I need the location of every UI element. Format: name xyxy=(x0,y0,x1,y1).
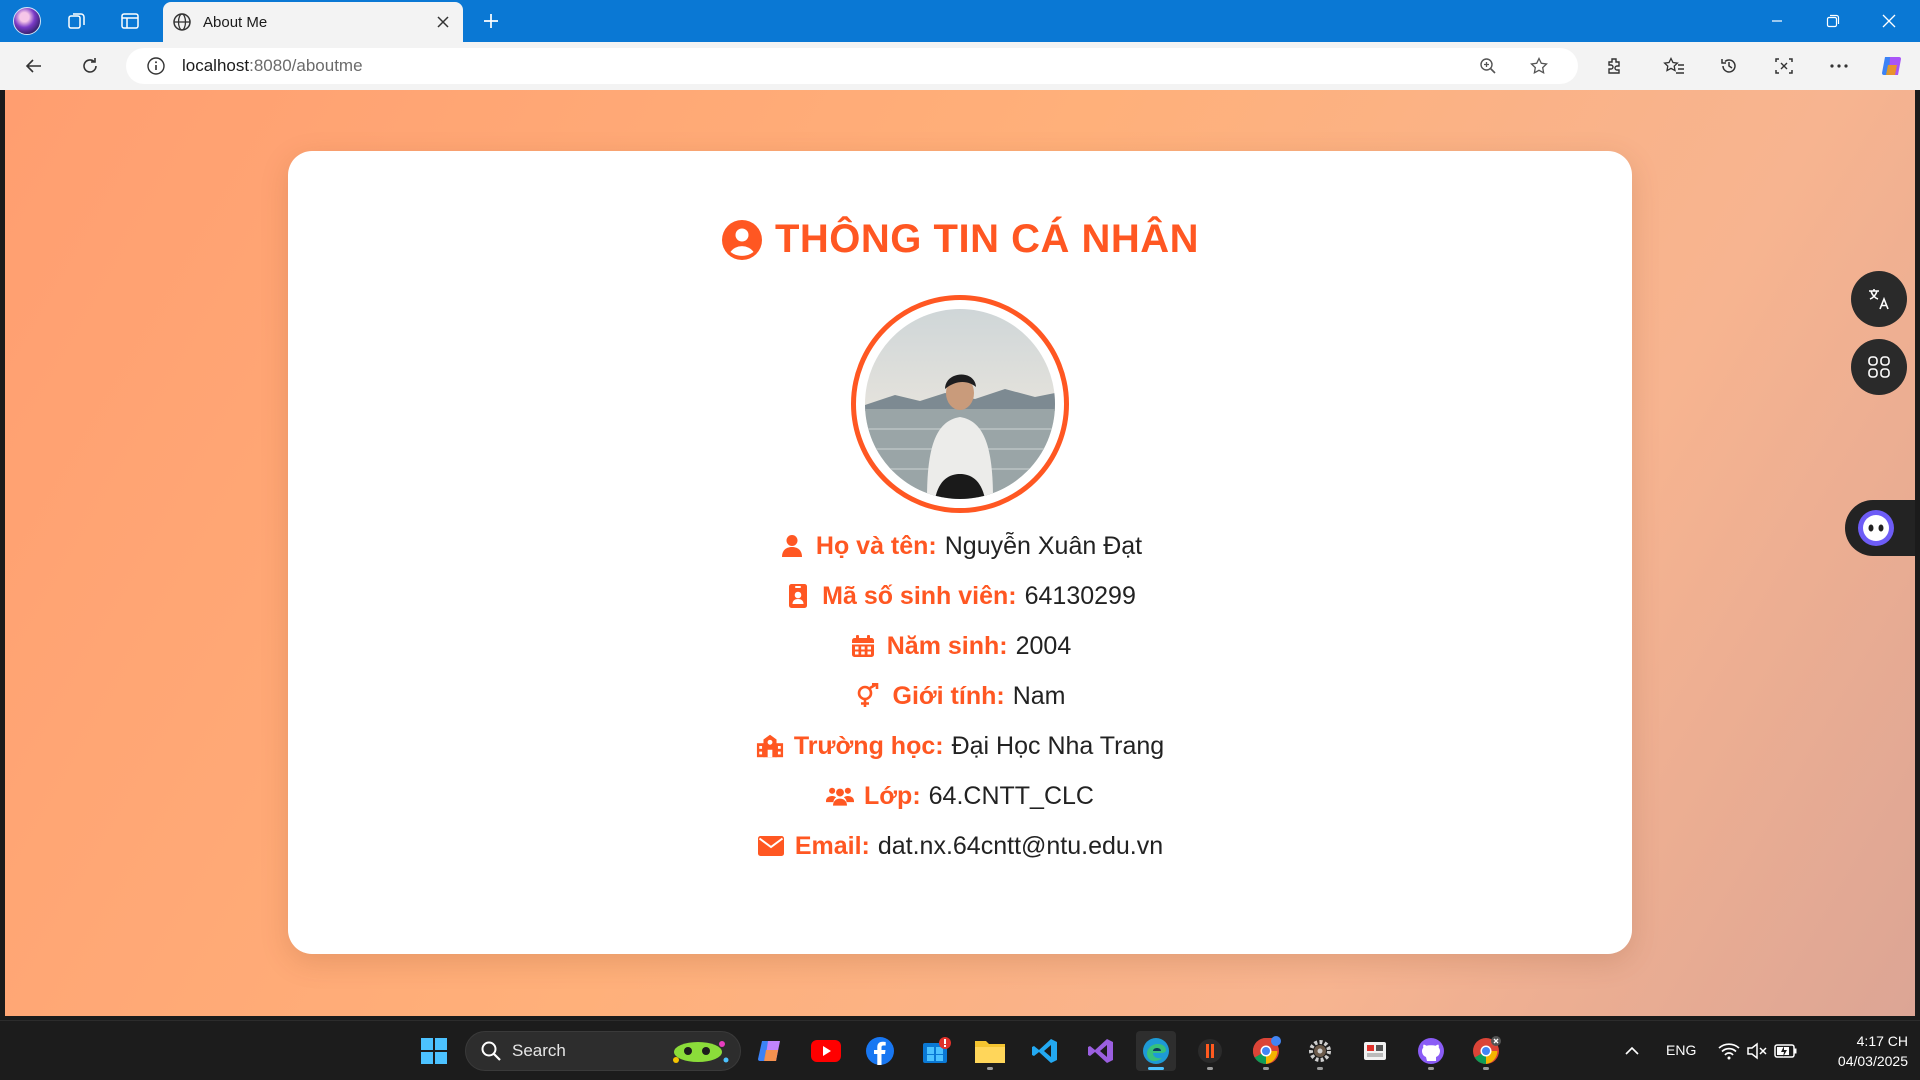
chrome-profile-1-icon[interactable] xyxy=(1246,1031,1286,1071)
user-icon xyxy=(778,532,806,560)
tab-about-me[interactable]: About Me xyxy=(163,2,463,42)
site-info-icon[interactable] xyxy=(140,50,172,82)
assistant-button[interactable] xyxy=(1845,500,1915,556)
globe-icon xyxy=(171,11,193,33)
gender-icon xyxy=(855,682,883,710)
workspaces-icon[interactable] xyxy=(61,5,93,37)
taskbar-clock[interactable]: 4:17 CH 04/03/2025 xyxy=(1808,1031,1908,1071)
snipping-tool-icon[interactable] xyxy=(1355,1031,1395,1071)
field-value: 64.CNTT_CLC xyxy=(928,781,1094,810)
more-options-icon[interactable] xyxy=(1821,50,1857,82)
speaker-muted-icon xyxy=(1747,1042,1767,1060)
avatar xyxy=(851,295,1069,513)
field-label: Năm sinh: xyxy=(886,631,1008,660)
favorite-star-icon[interactable] xyxy=(1523,50,1555,82)
page-title: THÔNG TIN CÁ NHÂN xyxy=(774,217,1200,261)
field-value: 64130299 xyxy=(1024,581,1136,610)
microsoft-store-icon[interactable] xyxy=(916,1031,956,1071)
system-tray-status[interactable] xyxy=(1708,1031,1808,1071)
windows-taskbar: Search ENG 4:17 CH 04/03/2025 xyxy=(0,1020,1920,1080)
page-heading: THÔNG TIN CÁ NHÂN xyxy=(288,217,1632,262)
translate-button[interactable] xyxy=(1851,271,1907,327)
wifi-icon xyxy=(1718,1043,1740,1060)
new-tab-icon[interactable] xyxy=(475,5,507,37)
list-item: Lớp: 64.CNTT_CLC xyxy=(288,771,1632,821)
address-bar[interactable]: localhost:8080/aboutme xyxy=(126,48,1578,84)
field-label: Email: xyxy=(794,831,870,860)
zoom-icon[interactable] xyxy=(1472,50,1504,82)
field-label: Lớp: xyxy=(864,781,921,810)
clock-date: 04/03/2025 xyxy=(1837,1053,1908,1069)
assistant-bot-icon xyxy=(1858,510,1894,546)
list-item: Năm sinh: 2004 xyxy=(288,621,1632,671)
profile-avatar[interactable] xyxy=(11,5,43,37)
settings-gear-icon[interactable] xyxy=(1300,1031,1340,1071)
extensions-icon[interactable] xyxy=(1596,50,1632,82)
close-tab-icon[interactable] xyxy=(427,6,459,38)
search-icon xyxy=(481,1041,501,1061)
list-item: Họ và tên: Nguyễn Xuân Đạt xyxy=(288,521,1632,571)
search-highlight-icon xyxy=(673,1041,729,1063)
youtube-icon[interactable] xyxy=(806,1031,846,1071)
page-viewport: THÔNG TIN CÁ NHÂN Họ và tên: Nguyễn Xuân… xyxy=(5,90,1915,1016)
info-list: Họ và tên: Nguyễn Xuân Đạt Mã số sinh vi… xyxy=(288,521,1632,871)
apps-button[interactable] xyxy=(1851,339,1907,395)
vertical-tabs-icon[interactable] xyxy=(114,5,146,37)
minimize-icon[interactable] xyxy=(1749,0,1805,42)
field-value: Nguyễn Xuân Đạt xyxy=(944,531,1143,560)
language-indicator[interactable]: ENG xyxy=(1666,1042,1696,1058)
tab-title: About Me xyxy=(203,13,268,31)
url-host: localhost xyxy=(182,56,250,75)
users-icon xyxy=(826,782,855,810)
list-item: Mã số sinh viên: 64130299 xyxy=(288,571,1632,621)
chrome-profile-2-icon[interactable] xyxy=(1466,1031,1506,1071)
copilot-app-icon[interactable] xyxy=(750,1031,790,1071)
user-circle-icon xyxy=(721,219,762,260)
browser-toolbar: localhost:8080/aboutme xyxy=(0,42,1920,90)
battery-charging-icon xyxy=(1774,1044,1797,1058)
profile-card: THÔNG TIN CÁ NHÂN Họ và tên: Nguyễn Xuân… xyxy=(288,151,1632,954)
browser-title-bar: About Me xyxy=(0,0,1920,42)
translate-icon xyxy=(1869,289,1889,310)
github-icon[interactable] xyxy=(1411,1031,1451,1071)
field-value: 2004 xyxy=(1015,631,1072,660)
developer-app-icon[interactable] xyxy=(1190,1031,1230,1071)
favorites-icon[interactable] xyxy=(1656,50,1692,82)
taskbar-search[interactable]: Search xyxy=(465,1031,741,1071)
screenshot-icon[interactable] xyxy=(1766,50,1802,82)
envelope-icon xyxy=(757,832,785,860)
profile-photo xyxy=(865,309,1055,499)
vscode-icon[interactable] xyxy=(1025,1031,1065,1071)
start-windows-icon[interactable] xyxy=(414,1031,454,1071)
school-icon xyxy=(756,732,784,760)
list-item: Trường học: Đại Học Nha Trang xyxy=(288,721,1632,771)
list-item: Email: dat.nx.64cntt@ntu.edu.vn xyxy=(288,821,1632,871)
field-value: Đại Học Nha Trang xyxy=(951,731,1165,760)
file-explorer-icon[interactable] xyxy=(970,1031,1010,1071)
field-label: Trường học: xyxy=(793,731,944,760)
show-hidden-icons-chevron-icon[interactable] xyxy=(1612,1031,1652,1071)
back-arrow-icon[interactable] xyxy=(16,50,52,82)
url-path: :8080/aboutme xyxy=(249,56,363,75)
id-badge-icon xyxy=(784,582,812,610)
apps-grid-icon xyxy=(1868,356,1890,378)
field-label: Họ và tên: xyxy=(815,531,937,560)
facebook-icon[interactable] xyxy=(860,1031,900,1071)
refresh-icon[interactable] xyxy=(72,50,108,82)
list-item: Giới tính: Nam xyxy=(288,671,1632,721)
search-label: Search xyxy=(512,1041,566,1060)
restore-icon[interactable] xyxy=(1805,0,1861,42)
clock-time: 4:17 CH xyxy=(1856,1033,1908,1049)
edge-icon[interactable] xyxy=(1136,1031,1176,1071)
visual-studio-icon[interactable] xyxy=(1081,1031,1121,1071)
url-text[interactable]: localhost:8080/aboutme xyxy=(182,56,363,76)
close-window-icon[interactable] xyxy=(1861,0,1917,42)
field-label: Mã số sinh viên: xyxy=(822,581,1017,610)
copilot-icon[interactable] xyxy=(1874,50,1910,82)
field-value: Nam xyxy=(1012,681,1066,710)
calendar-icon xyxy=(849,632,877,660)
field-label: Giới tính: xyxy=(892,681,1005,710)
field-value: dat.nx.64cntt@ntu.edu.vn xyxy=(877,831,1164,860)
history-icon[interactable] xyxy=(1711,50,1747,82)
